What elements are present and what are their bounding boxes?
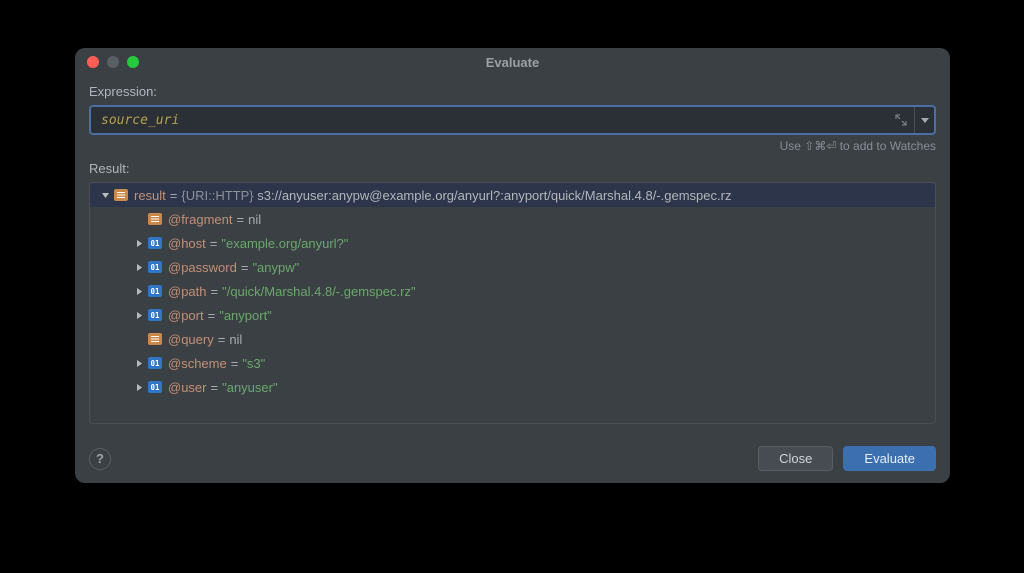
result-root-row[interactable]: result = {URI::HTTP} s3://anyuser:anypw@… bbox=[90, 183, 935, 207]
chevron-down-icon[interactable] bbox=[98, 191, 112, 200]
primitive-icon bbox=[148, 309, 162, 321]
value-type: {URI::HTTP} bbox=[181, 188, 253, 203]
variable-value: nil bbox=[229, 332, 242, 347]
chevron-right-icon bbox=[132, 335, 146, 344]
expression-label: Expression: bbox=[89, 84, 936, 99]
evaluate-dialog: Evaluate Expression: Use ⇧⌘⏎ to add to W… bbox=[75, 48, 950, 483]
variable-value: "anyport" bbox=[219, 308, 272, 323]
result-child-row[interactable]: @host="example.org/anyurl?" bbox=[90, 231, 935, 255]
variable-value: nil bbox=[248, 212, 261, 227]
variable-name: @port bbox=[168, 308, 204, 323]
close-button[interactable]: Close bbox=[758, 446, 833, 471]
variable-name: @user bbox=[168, 380, 207, 395]
expression-field-wrapper bbox=[89, 105, 936, 135]
primitive-icon bbox=[148, 261, 162, 273]
chevron-right-icon[interactable] bbox=[132, 383, 146, 392]
value-text: s3://anyuser:anypw@example.org/anyurl?:a… bbox=[257, 188, 731, 203]
result-tree: result = {URI::HTTP} s3://anyuser:anypw@… bbox=[89, 182, 936, 424]
primitive-icon bbox=[148, 357, 162, 369]
titlebar: Evaluate bbox=[75, 48, 950, 76]
object-icon bbox=[148, 213, 162, 225]
variable-name: result bbox=[134, 188, 166, 203]
result-child-row[interactable]: @fragment=nil bbox=[90, 207, 935, 231]
result-child-row[interactable]: @path="/quick/Marshal.4.8/-.gemspec.rz" bbox=[90, 279, 935, 303]
chevron-right-icon bbox=[132, 215, 146, 224]
chevron-right-icon[interactable] bbox=[132, 359, 146, 368]
variable-value: "anypw" bbox=[252, 260, 299, 275]
dialog-footer: ? Close Evaluate bbox=[75, 446, 950, 483]
variable-name: @fragment bbox=[168, 212, 233, 227]
chevron-right-icon[interactable] bbox=[132, 311, 146, 320]
chevron-right-icon[interactable] bbox=[132, 287, 146, 296]
variable-name: @host bbox=[168, 236, 206, 251]
chevron-right-icon[interactable] bbox=[132, 263, 146, 272]
variable-value: "s3" bbox=[242, 356, 265, 371]
expression-input[interactable] bbox=[91, 107, 888, 133]
variable-name: @password bbox=[168, 260, 237, 275]
primitive-icon bbox=[148, 381, 162, 393]
primitive-icon bbox=[148, 237, 162, 249]
variable-name: @path bbox=[168, 284, 207, 299]
shortcut-hint: Use ⇧⌘⏎ to add to Watches bbox=[89, 139, 936, 153]
help-button[interactable]: ? bbox=[89, 448, 111, 470]
evaluate-button[interactable]: Evaluate bbox=[843, 446, 936, 471]
object-icon bbox=[148, 333, 162, 345]
chevron-right-icon[interactable] bbox=[132, 239, 146, 248]
variable-name: @query bbox=[168, 332, 214, 347]
variable-value: "/quick/Marshal.4.8/-.gemspec.rz" bbox=[222, 284, 415, 299]
result-child-row[interactable]: @query=nil bbox=[90, 327, 935, 351]
result-child-row[interactable]: @scheme="s3" bbox=[90, 351, 935, 375]
result-label: Result: bbox=[89, 161, 936, 176]
expand-editor-icon[interactable] bbox=[888, 107, 914, 133]
primitive-icon bbox=[148, 285, 162, 297]
object-icon bbox=[114, 189, 128, 201]
variable-name: @scheme bbox=[168, 356, 227, 371]
result-child-row[interactable]: @password="anypw" bbox=[90, 255, 935, 279]
variable-value: "example.org/anyurl?" bbox=[221, 236, 348, 251]
variable-value: "anyuser" bbox=[222, 380, 277, 395]
result-child-row[interactable]: @user="anyuser" bbox=[90, 375, 935, 399]
history-dropdown-icon[interactable] bbox=[914, 107, 934, 133]
window-title: Evaluate bbox=[75, 55, 950, 70]
result-child-row[interactable]: @port="anyport" bbox=[90, 303, 935, 327]
